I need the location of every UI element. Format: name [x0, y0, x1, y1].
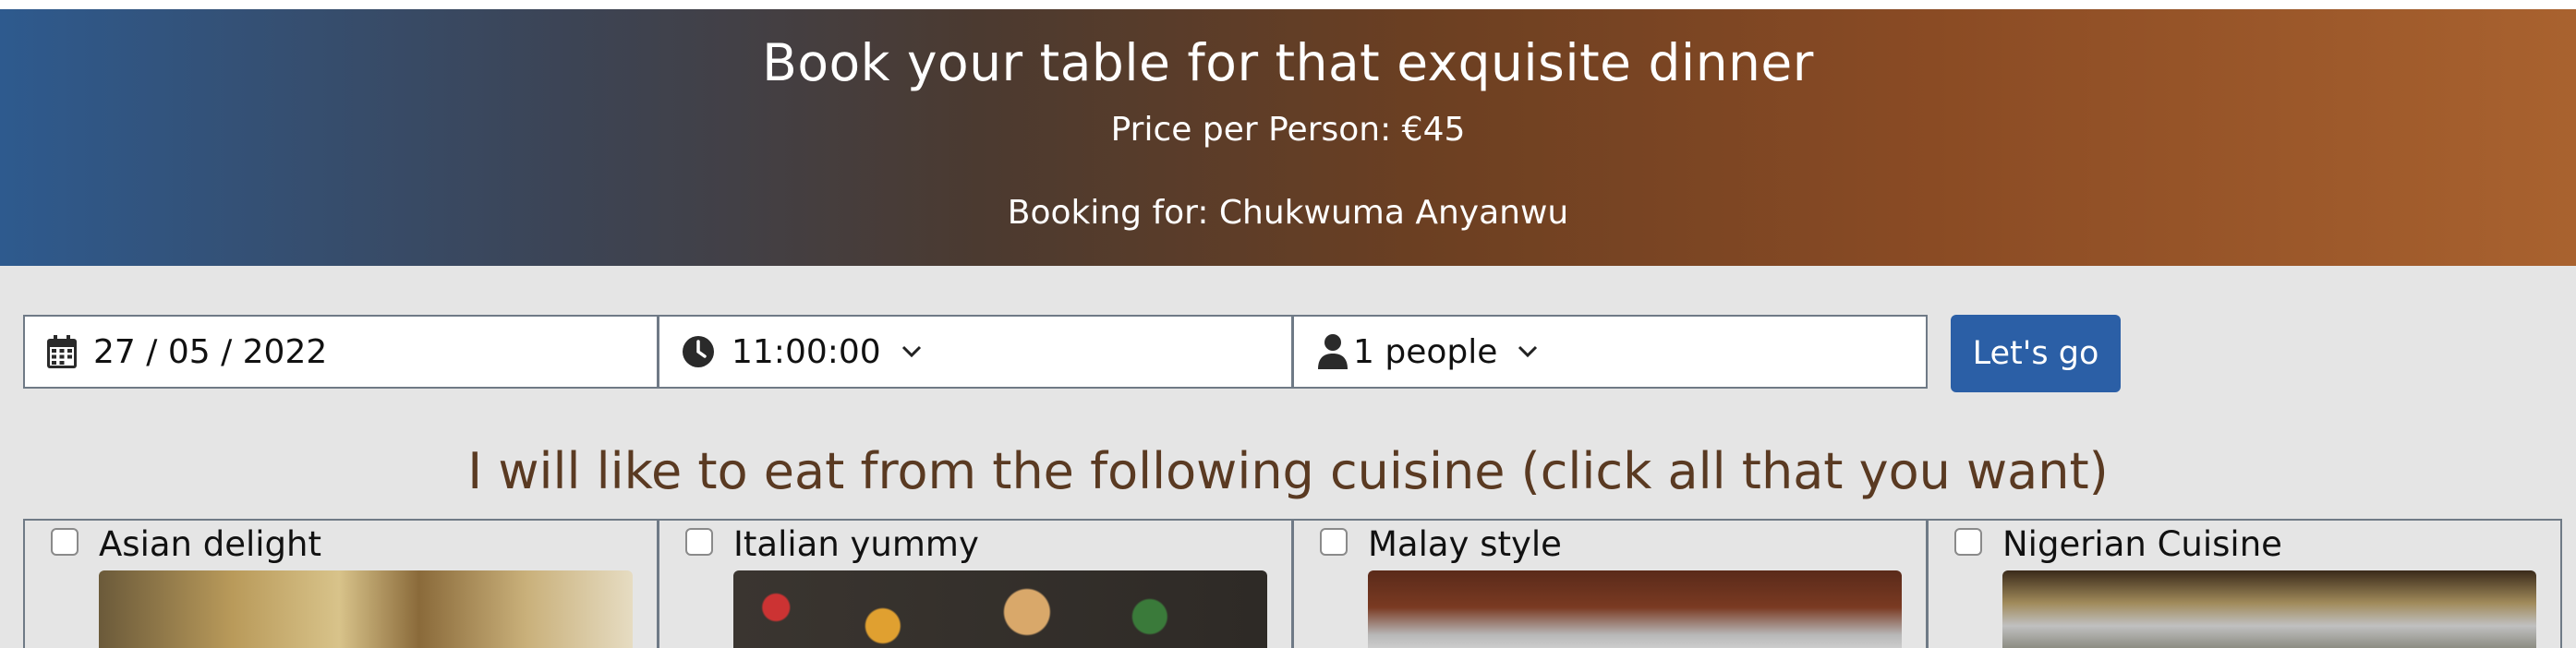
page-title: Book your table for that exquisite dinne…: [762, 33, 1814, 92]
malay-checkbox[interactable]: [1320, 528, 1348, 556]
asian-food-image: [99, 570, 633, 648]
people-value: 1 people: [1353, 332, 1498, 371]
cuisine-options: Asian delight Italian yummy Malay style …: [23, 519, 2562, 648]
cuisine-label: Nigerian Cuisine: [2002, 524, 2282, 564]
cuisine-label: Malay style: [1368, 524, 1562, 564]
clock-icon: [683, 336, 714, 367]
italian-food-image: [733, 570, 1267, 648]
lets-go-button[interactable]: Let's go: [1951, 315, 2121, 392]
calendar-icon: [47, 335, 77, 368]
nigerian-food-image: [2002, 570, 2536, 648]
chevron-down-icon: [901, 345, 921, 358]
price-per-person: Price per Person: €45: [1110, 111, 1466, 149]
cuisine-card-italian: Italian yummy: [658, 519, 1293, 648]
date-field[interactable]: 27 / 05 / 2022: [23, 315, 659, 389]
time-value: 11:00:00: [732, 332, 881, 371]
cuisine-label: Asian delight: [99, 524, 322, 564]
top-strip: [0, 0, 2576, 9]
asian-checkbox[interactable]: [51, 528, 79, 556]
chevron-down-icon: [1518, 345, 1538, 358]
cuisine-card-nigerian: Nigerian Cuisine: [1927, 519, 2562, 648]
date-value: 27 / 05 / 2022: [93, 332, 328, 371]
cuisine-label: Italian yummy: [733, 524, 979, 564]
booking-form: 27 / 05 / 2022 11:00:00 1 people Let's g…: [0, 315, 2576, 426]
page-header: Book your table for that exquisite dinne…: [0, 9, 2576, 266]
nigerian-checkbox[interactable]: [1954, 528, 1982, 556]
cuisine-card-malay: Malay style: [1292, 519, 1928, 648]
malay-food-image: [1368, 570, 1902, 648]
italian-checkbox[interactable]: [685, 528, 713, 556]
booking-for: Booking for: Chukwuma Anyanwu: [1007, 194, 1569, 232]
person-icon: [1318, 334, 1348, 369]
cuisine-heading: I will like to eat from the following cu…: [467, 442, 2109, 500]
people-select[interactable]: 1 people: [1292, 315, 1928, 389]
cuisine-card-asian: Asian delight: [23, 519, 659, 648]
time-select[interactable]: 11:00:00: [658, 315, 1293, 389]
